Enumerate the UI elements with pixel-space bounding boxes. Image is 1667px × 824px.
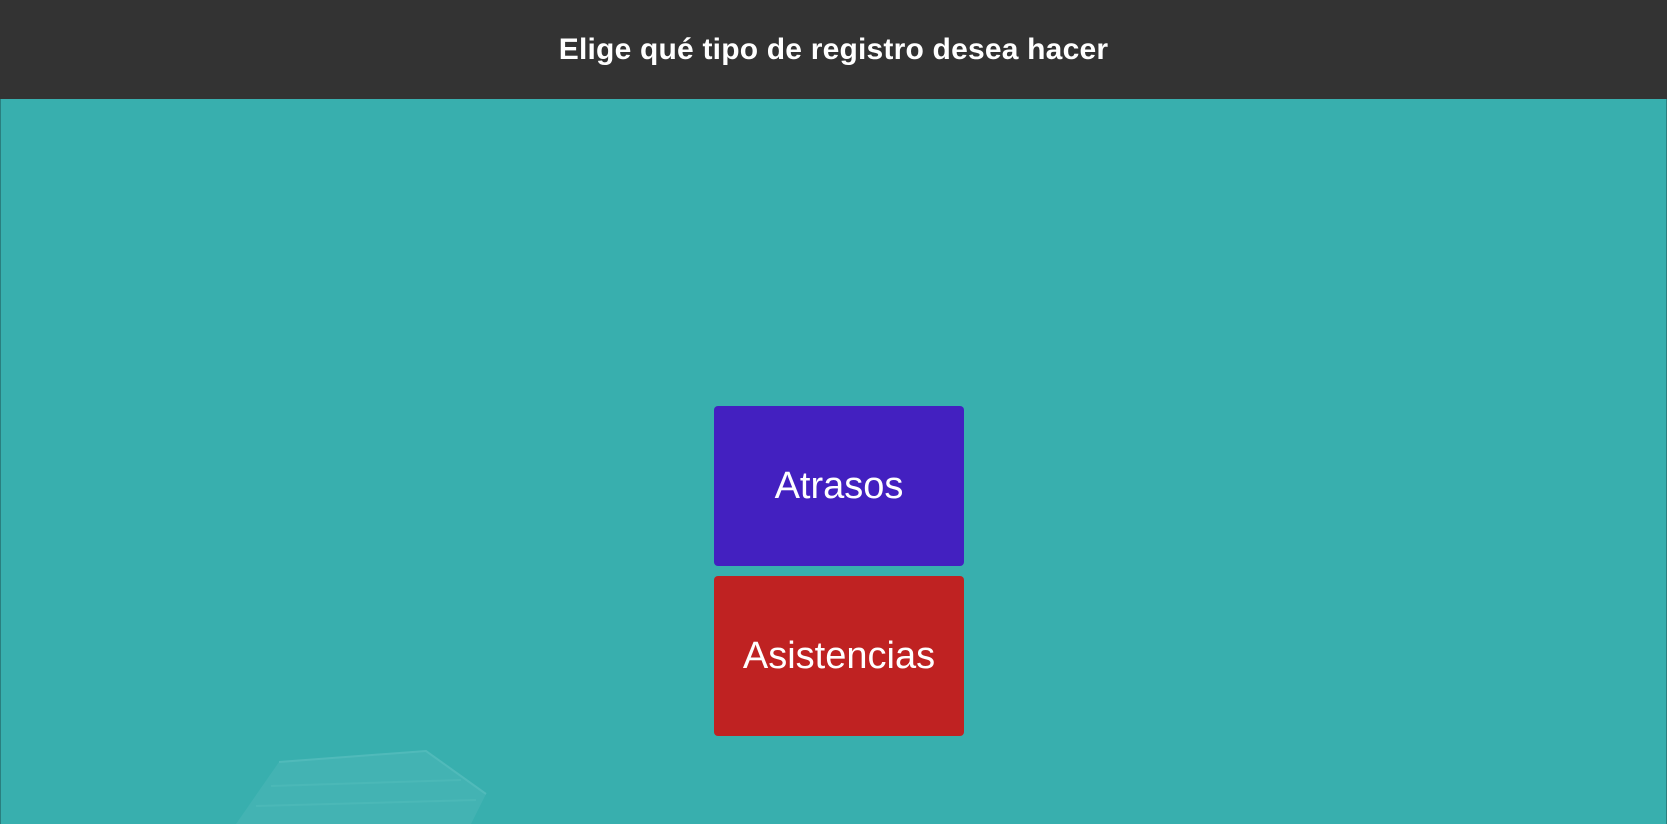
- main-content: Atrasos Asistencias: [0, 99, 1667, 824]
- header-bar: Elige qué tipo de registro desea hacer: [0, 0, 1667, 99]
- page-title: Elige qué tipo de registro desea hacer: [558, 32, 1109, 66]
- asistencias-button[interactable]: Asistencias: [714, 576, 964, 736]
- roof-shape: [236, 751, 486, 824]
- page: Elige qué tipo de registro desea hacer A…: [0, 0, 1667, 824]
- atrasos-button[interactable]: Atrasos: [714, 406, 964, 566]
